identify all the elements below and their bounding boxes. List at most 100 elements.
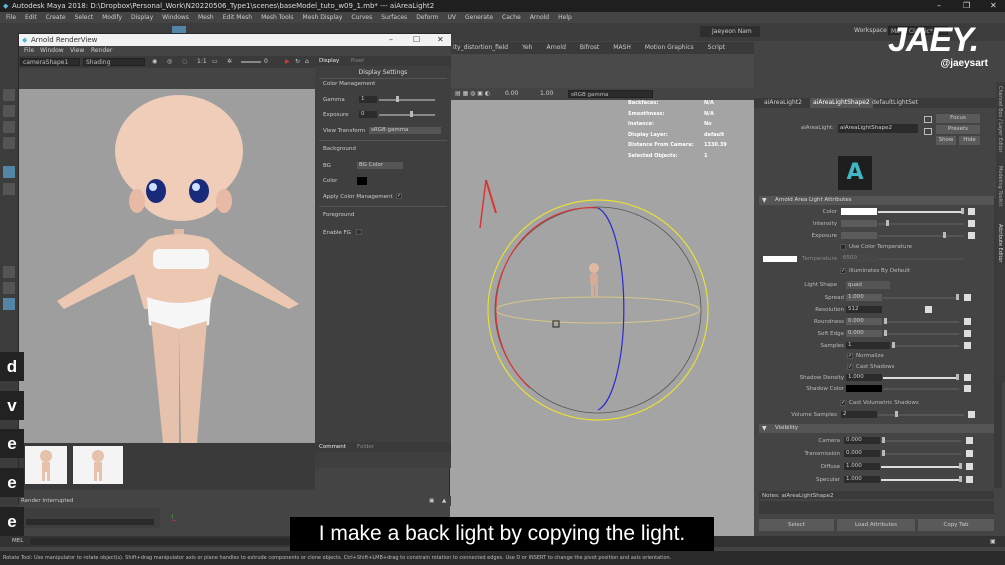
transmission-slider[interactable] — [881, 453, 961, 455]
expand-icon[interactable]: ▲ — [442, 496, 446, 506]
lasso-tool-icon[interactable] — [3, 105, 15, 117]
menu-edit[interactable]: Edit — [25, 14, 37, 21]
fit-icon[interactable]: ▭ — [212, 56, 218, 68]
intensity-slider-knob[interactable] — [886, 220, 889, 226]
view-transform-select[interactable]: sRGB gamma — [369, 127, 441, 134]
shadow-density-map-button[interactable] — [964, 374, 971, 381]
layout-single-icon[interactable] — [3, 266, 15, 278]
exposure-slider-knob[interactable] — [410, 111, 413, 117]
cast-shadows-checkbox[interactable]: ✓ — [847, 364, 853, 370]
colorspace-select[interactable]: sRGB gamma — [568, 90, 653, 98]
resolution-map-button[interactable] — [925, 306, 932, 313]
menu-edit-mesh[interactable]: Edit Mesh — [223, 14, 252, 21]
copy-tab-button[interactable]: Copy Tab — [918, 519, 994, 531]
presets-button[interactable]: Presets — [936, 125, 980, 134]
specular-map-button[interactable] — [966, 476, 973, 483]
minimize-button[interactable]: – — [937, 0, 941, 12]
layout-four-icon[interactable] — [3, 282, 15, 294]
cast-volumetric-shadows-checkbox[interactable]: ✓ — [840, 400, 846, 406]
spread-slider-knob[interactable] — [956, 294, 959, 300]
exposure-slider-knob[interactable] — [943, 232, 946, 238]
load-attributes-button[interactable]: Load Attributes — [837, 519, 915, 531]
snapshot-thumbnail-2[interactable] — [73, 446, 123, 484]
exposure-field[interactable] — [841, 232, 877, 239]
tab-aiarealight2[interactable]: aiAreaLight2 — [764, 98, 802, 108]
restore-button[interactable]: ❐ — [963, 0, 970, 12]
tab-comment[interactable]: Comment — [319, 442, 346, 452]
menu-mesh[interactable]: Mesh — [198, 14, 214, 21]
tab-defaultlightset[interactable]: defaultLightSet — [872, 98, 918, 108]
diffuse-slider-knob[interactable] — [959, 463, 962, 469]
menu-help[interactable]: Help — [558, 14, 572, 21]
section-arnold-area-light-attributes[interactable]: Arnold Area Light Attributes — [759, 196, 994, 205]
shelf-tab[interactable]: Motion Graphics — [645, 44, 694, 51]
section-visibility[interactable]: Visibility — [759, 424, 994, 433]
camera-select[interactable]: cameraShape1 — [20, 58, 80, 66]
scale-tool-icon[interactable] — [3, 183, 15, 195]
node-name-field[interactable]: aiAreaLightShape2 — [838, 124, 918, 133]
volume-samples-slider-knob[interactable] — [895, 411, 898, 417]
layout-two-icon[interactable] — [3, 298, 15, 310]
exposure-field[interactable]: 0 — [359, 111, 377, 118]
menu-file[interactable]: File — [6, 14, 16, 21]
menu-create[interactable]: Create — [46, 14, 66, 21]
spread-slider[interactable] — [883, 297, 959, 299]
region-icon[interactable]: ◎ — [167, 56, 172, 68]
menu-curves[interactable]: Curves — [351, 14, 372, 21]
shadow-color-slider[interactable] — [883, 388, 959, 390]
close-button[interactable]: ✕ — [990, 0, 997, 12]
shelf-tab[interactable]: Bifrost — [580, 44, 599, 51]
gamma-slider-knob[interactable] — [396, 96, 399, 102]
tab-channel-box[interactable]: Channel Box / Layer Editor — [997, 86, 1003, 153]
volume-samples-map-button[interactable] — [968, 411, 975, 418]
exposure-slider[interactable] — [878, 235, 964, 237]
intensity-field[interactable] — [841, 220, 877, 227]
volume-samples-field[interactable]: 2 — [841, 411, 877, 418]
illuminates-by-default-checkbox[interactable]: ✓ — [840, 268, 846, 274]
shelf-tab[interactable]: Script — [708, 44, 725, 51]
gear-icon[interactable]: ✲ — [227, 56, 232, 68]
color-map-button[interactable] — [968, 208, 975, 215]
range-slider[interactable] — [26, 519, 154, 525]
color-slider[interactable] — [878, 211, 964, 213]
bg-select[interactable]: BG Color — [357, 162, 403, 169]
shadow-color-map-button[interactable] — [964, 385, 971, 392]
menu-generate[interactable]: Generate — [465, 14, 493, 21]
snapshot-icon[interactable]: ▣ — [429, 496, 434, 506]
viewport-value-1[interactable]: 0.00 — [505, 88, 518, 100]
soft-edge-field[interactable]: 0.000 — [846, 330, 882, 337]
color-swatch[interactable] — [841, 208, 877, 215]
menu-render[interactable]: Render — [91, 46, 112, 56]
specular-slider-knob[interactable] — [959, 476, 962, 482]
roundness-field[interactable]: 0.000 — [846, 318, 882, 325]
exposure-slider[interactable] — [241, 61, 261, 63]
shadow-density-field[interactable]: 1.000 — [846, 374, 882, 381]
spread-map-button[interactable] — [964, 294, 971, 301]
gamma-slider[interactable] — [379, 99, 435, 101]
roundness-slider-knob[interactable] — [884, 318, 887, 324]
renderview-maximize-button[interactable]: ☐ — [413, 34, 420, 46]
move-tool-icon[interactable] — [3, 137, 15, 149]
diffuse-slider[interactable] — [881, 466, 961, 468]
user-account-button[interactable]: Jaeyeon Nam — [700, 26, 760, 37]
normalize-checkbox[interactable]: ✓ — [847, 353, 853, 359]
render-image[interactable] — [19, 89, 315, 443]
menu-select[interactable]: Select — [75, 14, 94, 21]
specular-field[interactable]: 1.000 — [844, 476, 880, 483]
color-channel-icon[interactable]: ◉ — [152, 56, 157, 68]
menu-mesh-tools[interactable]: Mesh Tools — [261, 14, 293, 21]
apply-color-management-checkbox[interactable]: ✓ — [396, 193, 402, 199]
samples-slider-knob[interactable] — [892, 342, 895, 348]
tab-folder[interactable]: Folder — [357, 442, 374, 452]
shadow-density-slider-knob[interactable] — [956, 374, 959, 380]
color-slider-knob[interactable] — [961, 208, 964, 214]
menu-deform[interactable]: Deform — [416, 14, 438, 21]
samples-map-button[interactable] — [964, 342, 971, 349]
menu-display[interactable]: Display — [131, 14, 153, 21]
renderview-minimize-button[interactable]: – — [389, 34, 393, 46]
tab-modeling-toolkit[interactable]: Modeling Toolkit — [997, 166, 1003, 206]
notes-field[interactable] — [759, 501, 994, 514]
volume-samples-slider[interactable] — [878, 414, 964, 416]
shadow-density-slider[interactable] — [883, 377, 959, 379]
snapshot-thumbnail-1[interactable] — [25, 446, 67, 484]
